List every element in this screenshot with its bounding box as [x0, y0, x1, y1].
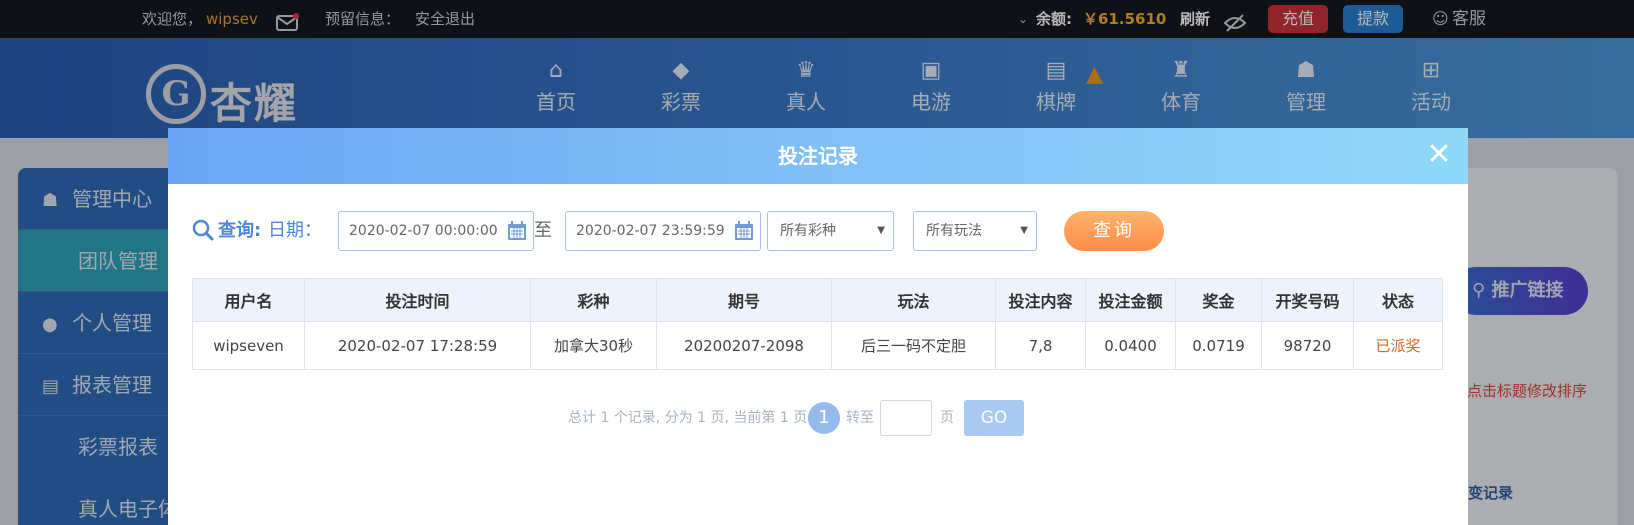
play-type-value: 所有玩法: [926, 223, 982, 239]
calendar-icon[interactable]: [507, 221, 527, 241]
bet-records-table: 用户名 投注时间 彩种 期号 玩法 投注内容 投注金额 奖金 开奖号码 状态 w…: [192, 278, 1443, 370]
calendar-icon[interactable]: [734, 221, 754, 241]
cell-winning-number: 98720: [1261, 321, 1354, 370]
cell-issue: 20200207-2098: [656, 321, 832, 370]
to-label: 至: [534, 220, 552, 241]
lottery-type-value: 所有彩种: [780, 223, 836, 239]
cell-bet-time: 2020-02-07 17:28:59: [304, 321, 531, 370]
goto-label: 转至: [846, 410, 874, 426]
close-icon[interactable]: ✕: [1422, 138, 1456, 172]
start-date-field[interactable]: [338, 211, 534, 251]
lottery-type-select[interactable]: 所有彩种 ▼: [767, 211, 894, 251]
goto-page-input[interactable]: [880, 400, 932, 436]
table-row[interactable]: wipseven 2020-02-07 17:28:59 加拿大30秒 2020…: [192, 321, 1443, 370]
cell-play: 后三一码不定胆: [831, 321, 996, 370]
modal-title: 投注记录: [778, 144, 858, 168]
cell-status[interactable]: 已派奖: [1353, 321, 1443, 370]
bet-records-modal: 投注记录 ✕ 查询: 日期： 至 所有彩种 ▼ 所有玩法 ▼ 查询: [168, 128, 1468, 525]
col-header-play[interactable]: 玩法: [831, 278, 996, 322]
col-header-amount[interactable]: 投注金额: [1085, 278, 1176, 322]
caret-down-icon: ▼: [1020, 225, 1028, 236]
pagination-summary: 总计 1 个记录, 分为 1 页, 当前第 1 页: [568, 410, 808, 426]
pagination: 总计 1 个记录, 分为 1 页, 当前第 1 页 1 转至 页 GO: [568, 400, 1168, 436]
caret-down-icon: ▼: [877, 225, 885, 236]
cell-prize: 0.0719: [1175, 321, 1262, 370]
col-header-winning-number[interactable]: 开奖号码: [1261, 278, 1354, 322]
col-header-username[interactable]: 用户名: [192, 278, 305, 322]
page-number-button[interactable]: 1: [808, 402, 840, 434]
query-bar: 查询: 日期： 至 所有彩种 ▼ 所有玩法 ▼ 查询: [192, 211, 1452, 251]
modal-header: 投注记录 ✕: [168, 128, 1468, 184]
end-date-field[interactable]: [565, 211, 761, 251]
start-date-input[interactable]: [339, 212, 499, 250]
col-header-content[interactable]: 投注内容: [995, 278, 1086, 322]
search-icon: [192, 219, 214, 241]
go-button[interactable]: GO: [964, 400, 1024, 436]
cell-content: 7,8: [995, 321, 1086, 370]
date-label: 日期：: [268, 220, 322, 241]
cell-username: wipseven: [192, 321, 305, 370]
col-header-status[interactable]: 状态: [1353, 278, 1443, 322]
table-header-row: 用户名 投注时间 彩种 期号 玩法 投注内容 投注金额 奖金 开奖号码 状态: [192, 278, 1443, 322]
end-date-input[interactable]: [566, 212, 726, 250]
query-button[interactable]: 查询: [1064, 211, 1164, 251]
col-header-prize[interactable]: 奖金: [1175, 278, 1262, 322]
cell-lottery: 加拿大30秒: [530, 321, 657, 370]
cell-amount: 0.0400: [1085, 321, 1176, 370]
play-type-select[interactable]: 所有玩法 ▼: [913, 211, 1037, 251]
col-header-lottery[interactable]: 彩种: [530, 278, 657, 322]
query-label: 查询:: [218, 220, 262, 241]
col-header-issue[interactable]: 期号: [656, 278, 832, 322]
col-header-bet-time[interactable]: 投注时间: [304, 278, 531, 322]
page-label: 页: [940, 410, 954, 426]
